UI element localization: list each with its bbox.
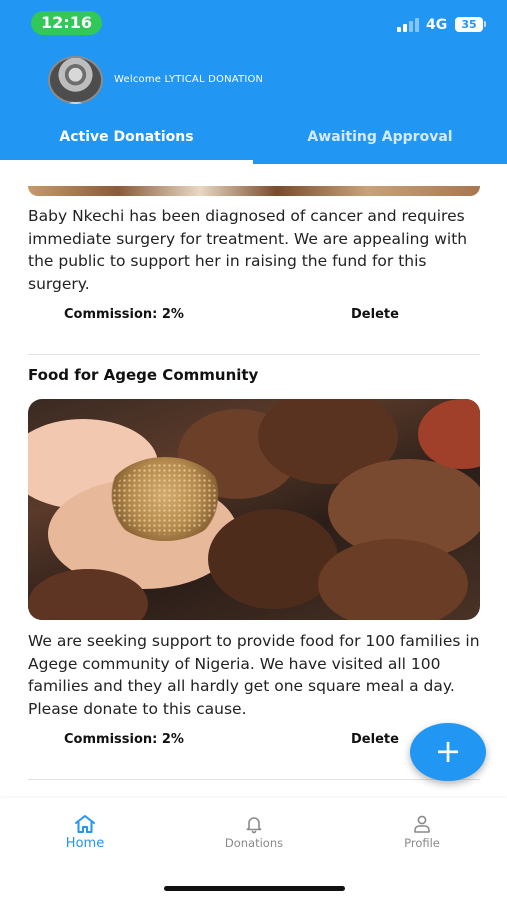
battery-nub	[484, 21, 486, 27]
nav-home[interactable]: Home	[30, 814, 140, 851]
welcome-text: Welcome LYTICAL DONATION	[114, 74, 264, 85]
signal-icon	[397, 18, 421, 32]
bell-icon	[246, 817, 262, 834]
network-label: 4G	[426, 17, 448, 33]
tab-active-donations[interactable]: Active Donations	[0, 129, 253, 149]
nav-profile-label: Profile	[404, 836, 440, 850]
hand-shape	[318, 539, 468, 620]
donations-feed[interactable]: Baby Nkechi has been diagnosed of cancer…	[0, 164, 507, 798]
home-icon	[75, 815, 95, 833]
donation-description: Baby Nkechi has been diagnosed of cancer…	[28, 207, 468, 293]
battery-icon: 35	[455, 17, 483, 32]
nav-donations[interactable]: Donations	[199, 814, 309, 850]
bottom-nav: Home Donations Profile	[0, 798, 507, 900]
add-donation-button[interactable]: +	[410, 723, 486, 781]
donation-description: We are seeking support to provide food f…	[28, 632, 480, 718]
status-bar: 12:16 4G 35	[0, 0, 507, 46]
donation-image	[28, 186, 480, 196]
app-header: 12:16 4G 35 Welcome LYTICAL DONATION Act…	[0, 0, 507, 164]
delete-button[interactable]: Delete	[351, 307, 399, 322]
status-time: 12:16	[31, 11, 102, 35]
card-divider	[28, 779, 480, 780]
plus-icon: +	[434, 732, 462, 770]
tab-awaiting-approval[interactable]: Awaiting Approval	[253, 129, 507, 149]
nav-profile[interactable]: Profile	[367, 814, 477, 850]
donation-title: Food for Agege Community	[28, 366, 259, 384]
hand-shape	[418, 399, 480, 469]
person-icon	[414, 815, 430, 833]
commission-label: Commission: 2%	[64, 307, 184, 322]
commission-label: Commission: 2%	[64, 732, 184, 747]
card-divider	[28, 354, 480, 355]
hand-shape	[208, 509, 338, 609]
home-indicator	[164, 886, 345, 891]
nav-home-label: Home	[65, 836, 105, 851]
grain-texture	[112, 463, 218, 535]
donation-image	[28, 399, 480, 620]
nav-donations-label: Donations	[224, 836, 284, 850]
avatar[interactable]	[48, 56, 103, 104]
delete-button[interactable]: Delete	[351, 732, 399, 747]
